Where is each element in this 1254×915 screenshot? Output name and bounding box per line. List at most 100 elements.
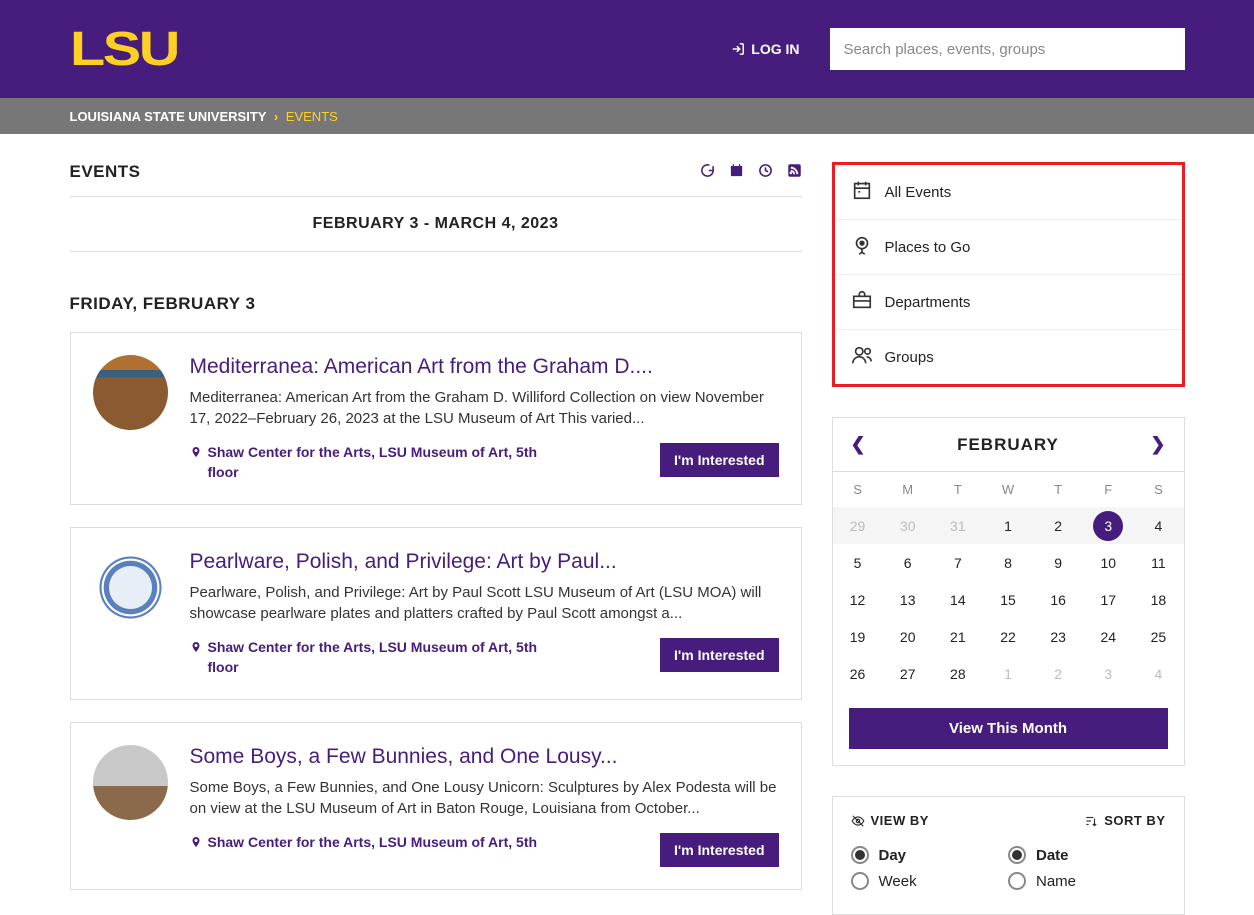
nav-label: All Events <box>885 184 952 201</box>
cal-day[interactable]: 10 <box>1083 544 1133 581</box>
view-month-button[interactable]: View This Month <box>849 708 1168 749</box>
event-location[interactable]: Shaw Center for the Arts, LSU Museum of … <box>190 443 550 482</box>
date-range: FEBRUARY 3 - MARCH 4, 2023 <box>70 197 802 252</box>
nav-label: Departments <box>885 294 971 311</box>
cal-day[interactable]: 30 <box>883 507 933 544</box>
cal-dow: S <box>1133 472 1183 507</box>
search-input[interactable] <box>830 28 1185 70</box>
sidebar-item-groups[interactable]: Groups <box>835 330 1182 384</box>
cal-dow: F <box>1083 472 1133 507</box>
cal-day[interactable]: 26 <box>833 655 883 692</box>
view-by-header: VIEW BY <box>851 813 929 828</box>
nav-label: Groups <box>885 349 934 366</box>
cal-day[interactable]: 4 <box>1133 507 1183 544</box>
interested-button[interactable]: I'm Interested <box>660 833 778 867</box>
cal-day[interactable]: 15 <box>983 581 1033 618</box>
cal-day[interactable]: 31 <box>933 507 983 544</box>
cal-day[interactable]: 27 <box>883 655 933 692</box>
cal-day[interactable]: 11 <box>1133 544 1183 581</box>
cal-dow: W <box>983 472 1033 507</box>
cal-day[interactable]: 16 <box>1033 581 1083 618</box>
radio-label: Day <box>879 847 907 864</box>
event-description: Pearlware, Polish, and Privilege: Art by… <box>190 582 779 624</box>
day-header: FRIDAY, FEBRUARY 3 <box>70 294 802 314</box>
sort-option-date[interactable]: Date <box>1008 846 1166 864</box>
radio-icon <box>1008 872 1026 890</box>
event-title[interactable]: Some Boys, a Few Bunnies, and One Lousy.… <box>190 745 779 769</box>
event-description: Mediterranea: American Art from the Grah… <box>190 387 779 429</box>
rss-icon[interactable] <box>787 163 802 182</box>
cal-day[interactable]: 5 <box>833 544 883 581</box>
cal-day[interactable]: 22 <box>983 618 1033 655</box>
cal-day[interactable]: 20 <box>883 618 933 655</box>
cal-day[interactable]: 12 <box>833 581 883 618</box>
page-title: EVENTS <box>70 162 141 182</box>
sidebar-item-places-to-go[interactable]: Places to Go <box>835 220 1182 275</box>
cal-day[interactable]: 19 <box>833 618 883 655</box>
sidebar-item-departments[interactable]: Departments <box>835 275 1182 330</box>
cal-day[interactable]: 1 <box>983 507 1033 544</box>
radio-label: Week <box>879 873 917 890</box>
cal-day[interactable]: 7 <box>933 544 983 581</box>
nav-icon <box>851 179 873 205</box>
cal-day[interactable]: 4 <box>1133 655 1183 692</box>
cal-dow: T <box>1033 472 1083 507</box>
nav-icon <box>851 289 873 315</box>
cal-day[interactable]: 24 <box>1083 618 1133 655</box>
cal-day[interactable]: 1 <box>983 655 1033 692</box>
map-pin-icon <box>190 835 202 849</box>
sort-by-header: SORT BY <box>1084 813 1165 828</box>
event-card: Mediterranea: American Art from the Grah… <box>70 332 802 505</box>
cal-day[interactable]: 28 <box>933 655 983 692</box>
event-location[interactable]: Shaw Center for the Arts, LSU Museum of … <box>190 833 538 853</box>
cal-day[interactable]: 9 <box>1033 544 1083 581</box>
login-link[interactable]: LOG IN <box>731 41 799 57</box>
cal-day[interactable]: 29 <box>833 507 883 544</box>
view-option-day[interactable]: Day <box>851 846 1009 864</box>
interested-button[interactable]: I'm Interested <box>660 443 778 477</box>
event-card: Pearlware, Polish, and Privilege: Art by… <box>70 527 802 700</box>
event-title[interactable]: Mediterranea: American Art from the Grah… <box>190 355 779 379</box>
cal-day[interactable]: 8 <box>983 544 1033 581</box>
cal-prev[interactable]: ❮ <box>851 434 866 455</box>
cal-day[interactable]: 6 <box>883 544 933 581</box>
event-thumbnail[interactable] <box>93 745 168 820</box>
cal-day[interactable]: 3 <box>1083 507 1133 544</box>
cal-day[interactable]: 14 <box>933 581 983 618</box>
radio-label: Date <box>1036 847 1069 864</box>
view-option-week[interactable]: Week <box>851 872 1009 890</box>
interested-button[interactable]: I'm Interested <box>660 638 778 672</box>
cal-day[interactable]: 3 <box>1083 655 1133 692</box>
cal-day[interactable]: 23 <box>1033 618 1083 655</box>
sort-option-name[interactable]: Name <box>1008 872 1166 890</box>
calendar-icon[interactable] <box>729 163 744 182</box>
cal-day[interactable]: 2 <box>1033 655 1083 692</box>
cal-day[interactable]: 17 <box>1083 581 1133 618</box>
cal-day[interactable]: 13 <box>883 581 933 618</box>
cal-day[interactable]: 2 <box>1033 507 1083 544</box>
radio-icon <box>1008 846 1026 864</box>
logo[interactable]: LSU <box>70 22 178 77</box>
breadcrumb-current: EVENTS <box>286 109 338 124</box>
event-location[interactable]: Shaw Center for the Arts, LSU Museum of … <box>190 638 550 677</box>
cal-day[interactable]: 18 <box>1133 581 1183 618</box>
nav-label: Places to Go <box>885 239 971 256</box>
cal-dow: S <box>833 472 883 507</box>
google-icon[interactable] <box>700 163 715 182</box>
cal-next[interactable]: ❯ <box>1150 434 1165 455</box>
breadcrumb-root[interactable]: LOUISIANA STATE UNIVERSITY <box>70 109 267 124</box>
breadcrumb: LOUISIANA STATE UNIVERSITY › EVENTS <box>70 109 1185 124</box>
login-icon <box>731 42 745 56</box>
clock-icon[interactable] <box>758 163 773 182</box>
cal-day[interactable]: 25 <box>1133 618 1183 655</box>
cal-day[interactable]: 21 <box>933 618 983 655</box>
eye-off-icon <box>851 814 865 828</box>
sidebar-item-all-events[interactable]: All Events <box>835 165 1182 220</box>
event-thumbnail[interactable] <box>93 550 168 625</box>
event-thumbnail[interactable] <box>93 355 168 430</box>
sidebar-nav: All Events Places to Go Departments Groups <box>832 162 1185 387</box>
event-title[interactable]: Pearlware, Polish, and Privilege: Art by… <box>190 550 779 574</box>
cal-dow: T <box>933 472 983 507</box>
nav-icon <box>851 344 873 370</box>
cal-dow: M <box>883 472 933 507</box>
